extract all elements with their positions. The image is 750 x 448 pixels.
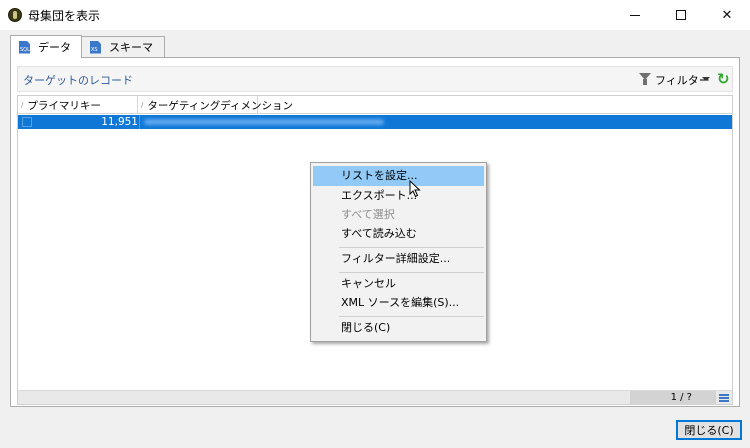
- tab-schema[interactable]: XS スキーマ: [81, 36, 165, 57]
- list-options-icon[interactable]: [719, 394, 729, 402]
- menu-item-close[interactable]: 閉じる(C): [313, 318, 484, 338]
- minimize-icon: [630, 14, 640, 16]
- column-header-primary-key[interactable]: / プライマリキー: [18, 96, 138, 114]
- title-bar: 母集団を表示 ✕: [0, 0, 750, 30]
- tab-schema-label: スキーマ: [109, 41, 153, 54]
- context-menu: リストを設定... エクスポート... すべて選択 すべて読み込む フィルター詳…: [310, 162, 487, 342]
- menu-separator: [339, 247, 484, 248]
- sql-document-icon: SQL: [19, 40, 30, 54]
- app-icon: [8, 8, 22, 22]
- close-icon: ✕: [721, 7, 733, 23]
- sort-icon: /: [21, 101, 24, 109]
- tab-data[interactable]: SQL データ: [10, 35, 82, 58]
- window-close-button[interactable]: ✕: [704, 0, 750, 30]
- menu-item-cancel[interactable]: キャンセル: [313, 274, 484, 294]
- primary-key-cell: 11,951: [101, 116, 138, 128]
- menu-item-advanced-filter[interactable]: フィルター詳細設定...: [313, 249, 484, 269]
- mouse-pointer-icon: [409, 180, 421, 198]
- menu-item-export[interactable]: エクスポート...: [313, 186, 484, 206]
- xml-document-icon: XS: [90, 40, 101, 54]
- sort-icon: /: [141, 101, 144, 109]
- grid-status-bar: 1 / ?: [18, 390, 732, 405]
- chevron-down-icon[interactable]: [702, 77, 710, 81]
- menu-item-load-all[interactable]: すべて読み込む: [313, 224, 484, 244]
- window-title: 母集団を表示: [28, 9, 101, 23]
- table-row[interactable]: 11,951: [18, 115, 732, 129]
- menu-item-edit-xml-source[interactable]: XML ソースを編集(S)...: [313, 293, 484, 313]
- refresh-icon[interactable]: ↻: [717, 71, 730, 87]
- page-indicator: 1 / ?: [630, 391, 716, 405]
- maximize-icon: [676, 10, 686, 20]
- column-header-targeting-dimension[interactable]: / ターゲティングディメンション: [138, 96, 293, 114]
- maximize-button[interactable]: [658, 0, 704, 30]
- close-button[interactable]: 閉じる(C): [676, 420, 742, 440]
- blurred-dimension-cell: [144, 119, 384, 125]
- row-checkbox[interactable]: [22, 117, 32, 127]
- menu-item-configure-list[interactable]: リストを設定...: [313, 166, 484, 186]
- records-toolbar: ターゲットのレコード フィルター ↻: [17, 66, 733, 92]
- menu-item-select-all: すべて選択: [341, 208, 395, 221]
- filter-icon-stem: [643, 79, 647, 85]
- minimize-button[interactable]: [612, 0, 658, 30]
- target-records-title: ターゲットのレコード: [23, 74, 133, 87]
- cell-divider: [139, 115, 140, 129]
- grid-header: / プライマリキー / ターゲティングディメンション: [18, 96, 732, 114]
- menu-separator: [339, 316, 484, 317]
- menu-separator: [339, 272, 484, 273]
- tab-data-label: データ: [38, 41, 71, 54]
